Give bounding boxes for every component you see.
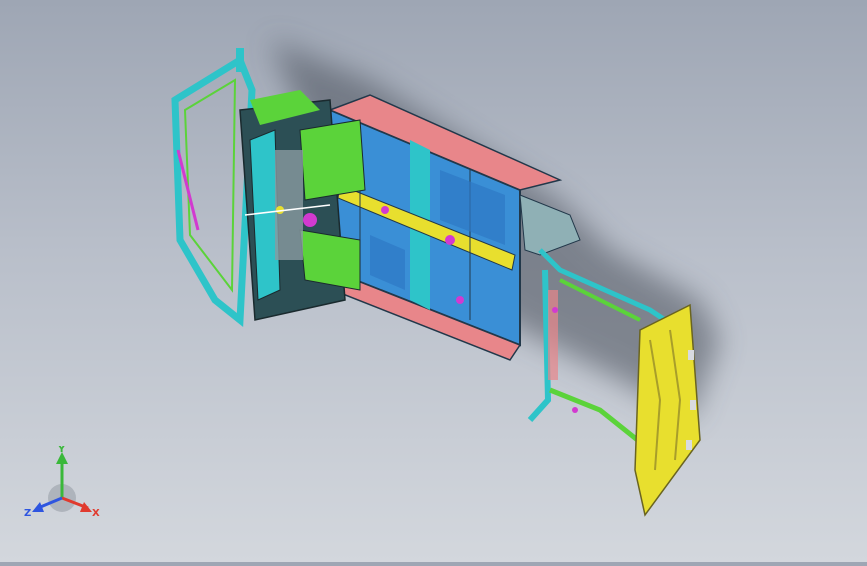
z-axis-label: Z (24, 508, 31, 519)
cad-3d-viewport[interactable] (0, 0, 867, 562)
rear-panel (634, 303, 701, 517)
view-orientation-triad[interactable]: Y X Z (22, 444, 106, 524)
left-door-frame (171, 48, 256, 327)
car-body-assembly-model[interactable] (0, 0, 867, 562)
x-axis-label: X (92, 508, 100, 519)
y-axis-label: Y (57, 446, 66, 455)
